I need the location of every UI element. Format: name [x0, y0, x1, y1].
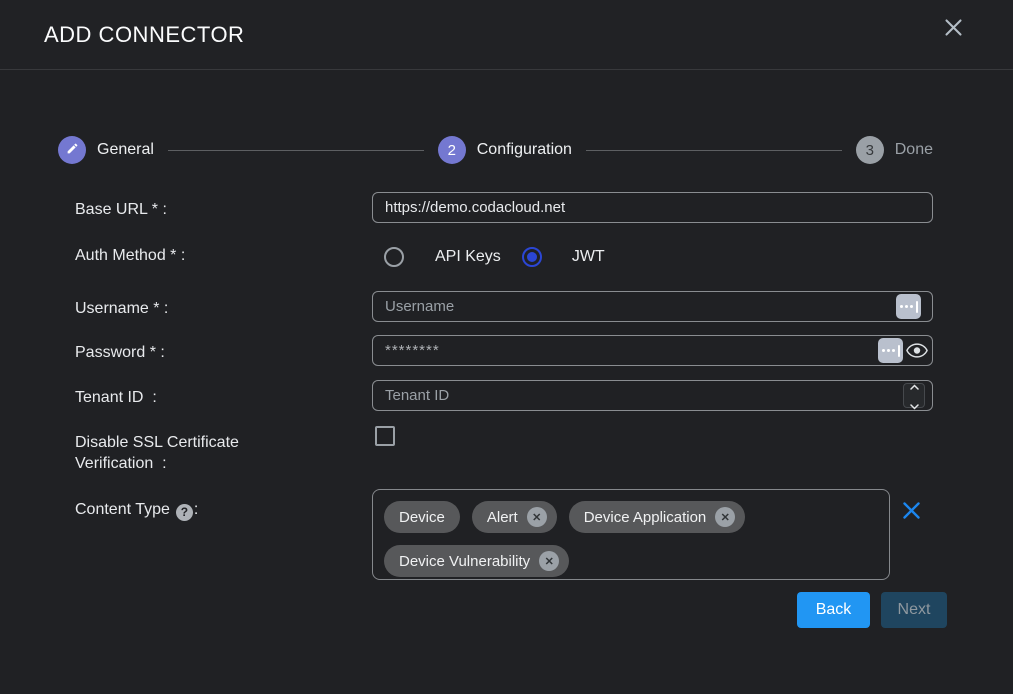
tag-device-application: Device Application ✕: [569, 501, 746, 533]
step-general-circle: [58, 136, 86, 164]
close-button[interactable]: [941, 17, 965, 41]
username-input[interactable]: [372, 291, 933, 322]
remove-tag-icon[interactable]: ✕: [539, 551, 559, 571]
pencil-icon: [66, 142, 79, 159]
password-label: Password * :: [75, 342, 165, 363]
clear-all-tags-icon[interactable]: [901, 501, 921, 521]
help-icon[interactable]: ?: [176, 504, 193, 521]
base-url-label: Base URL * :: [75, 199, 167, 220]
remove-tag-icon[interactable]: ✕: [715, 507, 735, 527]
next-button[interactable]: Next: [881, 592, 947, 628]
dialog-header: ADD CONNECTOR: [0, 0, 1013, 70]
step-configuration[interactable]: 2 Configuration: [438, 136, 572, 164]
step-connector-line: [586, 150, 842, 151]
content-type-label-text: Content Type: [75, 501, 170, 518]
step-connector-line: [168, 150, 424, 151]
step-configuration-label: Configuration: [477, 141, 572, 159]
chevron-up-icon: [910, 377, 919, 395]
auth-method-label: Auth Method * :: [75, 245, 185, 266]
disable-ssl-checkbox[interactable]: [375, 426, 395, 446]
chevron-down-icon: [910, 397, 919, 415]
content-type-label: Content Type?:: [75, 499, 198, 521]
tag-alert: Alert ✕: [472, 501, 557, 533]
add-connector-dialog: ADD CONNECTOR General 2 Configuration 3 …: [0, 0, 1013, 694]
dialog-title: ADD CONNECTOR: [44, 22, 244, 48]
autofill-icon[interactable]: [896, 294, 921, 319]
tag-label: Alert: [487, 509, 518, 526]
username-label: Username * :: [75, 298, 168, 319]
back-button[interactable]: Back: [797, 592, 870, 628]
step-general[interactable]: General: [58, 136, 154, 164]
tag-label: Device Application: [584, 509, 707, 526]
close-icon: [943, 17, 964, 41]
step-configuration-circle: 2: [438, 136, 466, 164]
tenant-id-input[interactable]: [372, 380, 933, 411]
radio-jwt-label: JWT: [572, 248, 605, 266]
show-password-eye-icon[interactable]: [906, 343, 928, 361]
step-done[interactable]: 3 Done: [856, 136, 933, 164]
step-done-circle: 3: [856, 136, 884, 164]
tenant-id-label: Tenant ID :: [75, 387, 157, 408]
radio-jwt[interactable]: [522, 247, 542, 267]
autofill-icon[interactable]: [878, 338, 903, 363]
radio-api-keys-label: API Keys: [435, 248, 501, 266]
tag-label: Device Vulnerability: [399, 553, 530, 570]
content-type-colon: :: [194, 501, 198, 518]
password-input[interactable]: [372, 335, 933, 366]
radio-api-keys[interactable]: [384, 247, 404, 267]
step-done-label: Done: [895, 141, 933, 159]
auth-method-radio-group: API Keys JWT: [384, 247, 605, 267]
tag-label: Device: [399, 509, 445, 526]
tag-device-vulnerability: Device Vulnerability ✕: [384, 545, 569, 577]
tag-device: Device: [384, 501, 460, 533]
remove-tag-icon[interactable]: ✕: [527, 507, 547, 527]
wizard-stepper: General 2 Configuration 3 Done: [58, 135, 933, 165]
step-general-label: General: [97, 141, 154, 159]
base-url-input[interactable]: [372, 192, 933, 223]
disable-ssl-label: Disable SSL Certificate Verification :: [75, 432, 305, 474]
content-type-tags-input[interactable]: Device Alert ✕ Device Application ✕ Device…: [372, 489, 890, 580]
number-spinner[interactable]: [903, 383, 925, 408]
